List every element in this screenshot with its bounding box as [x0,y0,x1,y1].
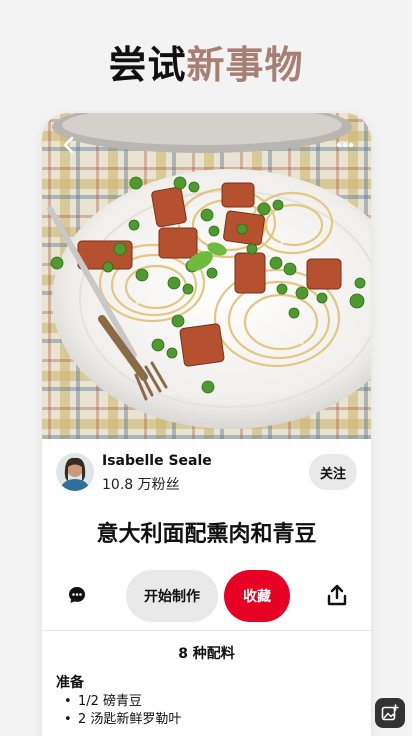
author-name[interactable]: Isabelle Seale [102,453,212,469]
follow-button[interactable]: 关注 [309,454,357,490]
chevron-left-icon [63,136,74,154]
author-followers: 10.8 万粉丝 [102,477,180,493]
comment-icon [69,587,85,603]
recipe-title: 意大利面配熏肉和青豆 [96,522,317,547]
share-button[interactable] [326,583,348,607]
ingredients-section-label: 准备 [56,675,84,691]
share-icon [327,584,347,606]
author-row: Isabelle Seale 10.8 万粉丝 关注 [56,451,357,495]
more-options-button[interactable] [333,135,357,155]
ingredient-list: 1/2 磅青豆 2 汤匙新鲜罗勒叶 [64,693,181,729]
ingredient-count: 8 种配料 [178,646,235,662]
back-button[interactable] [56,133,80,157]
headline-part2: 新事物 [186,43,304,87]
author-photo [56,453,94,491]
avatar[interactable] [56,453,94,491]
add-image-icon [381,704,399,721]
more-dots-icon [336,142,354,148]
start-cooking-button[interactable]: 开始制作 [126,570,218,622]
pasta-photo [42,113,371,439]
add-image-button[interactable] [375,698,405,728]
pin-card: Isabelle Seale 10.8 万粉丝 关注 意大利面配熏肉和青豆 开始… [42,113,371,736]
list-item: 1/2 磅青豆 [64,693,181,711]
headline-part1: 尝试 [108,43,187,87]
action-bar: 开始制作 收藏 [42,569,371,623]
comment-button[interactable] [66,584,88,606]
list-item: 2 汤匙新鲜罗勒叶 [64,711,181,729]
hero-image[interactable] [42,113,371,439]
divider [42,630,371,631]
headline: 尝试新事物 [0,34,412,89]
save-button[interactable]: 收藏 [224,570,290,622]
